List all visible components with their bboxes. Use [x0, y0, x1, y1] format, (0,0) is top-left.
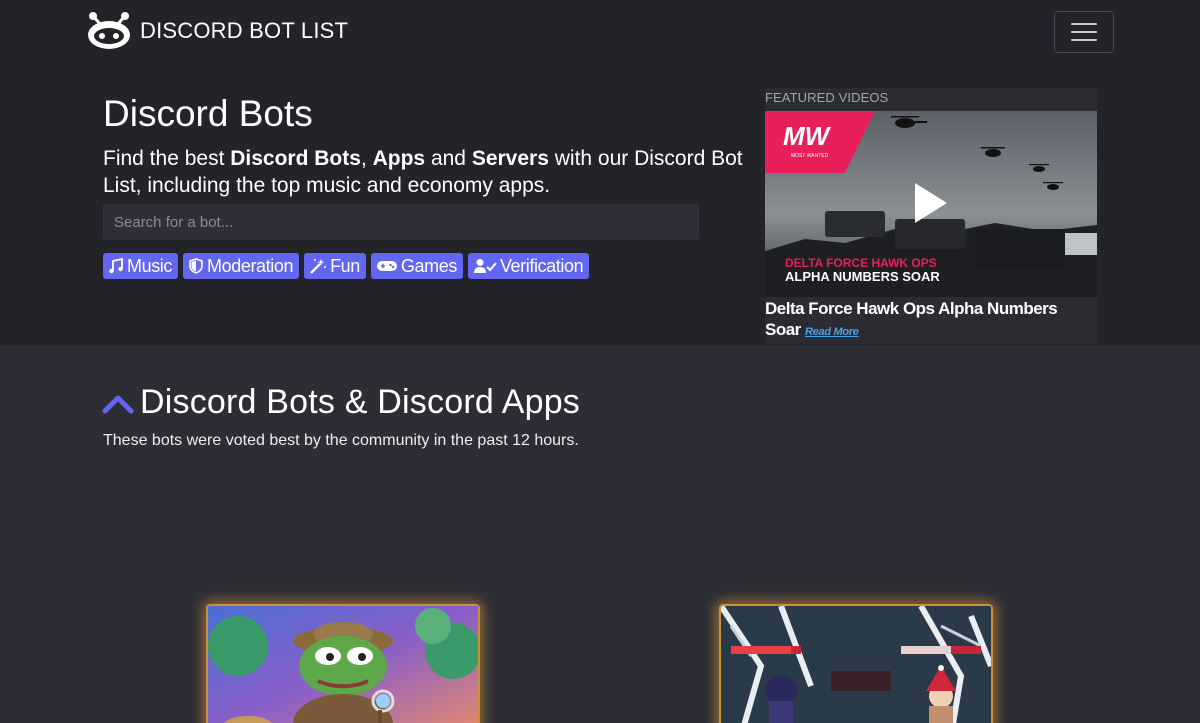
section-description: These bots were voted best by the commun… — [103, 432, 579, 449]
hamburger-icon-line — [1071, 39, 1097, 41]
hamburger-icon — [1071, 23, 1097, 25]
tag-label: Games — [400, 255, 457, 276]
tag-fun[interactable]: Fun — [304, 253, 366, 279]
featured-videos-panel: FEATURED VIDEOS MW MOST WANTED DELTA FOR… — [765, 88, 1097, 344]
tag-label: Verification — [499, 255, 584, 276]
subtitle-bold-apps: Apps — [372, 147, 426, 170]
bot-card-image — [721, 606, 991, 723]
bot-search-input[interactable] — [103, 204, 699, 240]
gamepad-icon — [376, 261, 397, 271]
menu-toggle-button[interactable] — [1054, 11, 1114, 53]
bot-card-image — [208, 606, 478, 723]
tag-verification[interactable]: Verification — [467, 253, 590, 279]
user-check-icon — [473, 259, 497, 273]
featured-videos-label: FEATURED VIDEOS — [765, 90, 889, 105]
tag-moderation[interactable]: Moderation — [183, 253, 300, 279]
bot-card[interactable] — [206, 604, 480, 723]
magic-wand-icon — [310, 259, 327, 274]
tag-label: Moderation — [207, 255, 294, 276]
subtitle-bold-bots: Discord Bots — [230, 147, 361, 170]
brand-link[interactable]: DISCORD BOT LIST — [86, 10, 348, 52]
subtitle-bold-servers: Servers — [471, 147, 549, 170]
chevron-up-icon — [102, 395, 134, 413]
tag-label: Fun — [330, 255, 360, 276]
video-title: Delta Force Hawk Ops Alpha Numbers Soar … — [765, 299, 1058, 339]
tag-music[interactable]: Music — [103, 253, 179, 279]
hero-subtitle: Find the best Discord Bots, Apps and Ser… — [103, 147, 743, 197]
bot-card[interactable] — [719, 604, 993, 723]
robot-face-icon — [88, 12, 130, 49]
thumb-line1: DELTA FORCE HAWK OPS — [785, 256, 937, 270]
page-title: Discord Bots — [103, 93, 313, 134]
section-title: Discord Bots & Discord Apps — [140, 383, 581, 421]
shield-icon — [189, 258, 203, 274]
category-tags: Music Moderation Fun Games Verification — [103, 253, 590, 279]
brand-name: DISCORD BOT LIST — [140, 18, 349, 43]
video-thumbnail[interactable]: MW MOST WANTED DELTA FORCE HAWK OPS ALPH… — [765, 111, 1097, 297]
tag-games[interactable]: Games — [370, 253, 463, 279]
read-more-link[interactable]: Read More — [805, 326, 859, 338]
video-thumbnail-image: MW MOST WANTED DELTA FORCE HAWK OPS ALPH… — [765, 111, 1097, 297]
thumb-logo-sub: MOST WANTED — [791, 153, 829, 159]
section-header: Discord Bots & Discord Apps — [102, 383, 580, 422]
thumb-line2: ALPHA NUMBERS SOAR — [785, 269, 940, 284]
hamburger-icon-line — [1071, 31, 1097, 33]
thumb-logo: MW — [783, 121, 832, 151]
music-note-icon — [109, 258, 123, 274]
tag-label: Music — [127, 255, 173, 276]
